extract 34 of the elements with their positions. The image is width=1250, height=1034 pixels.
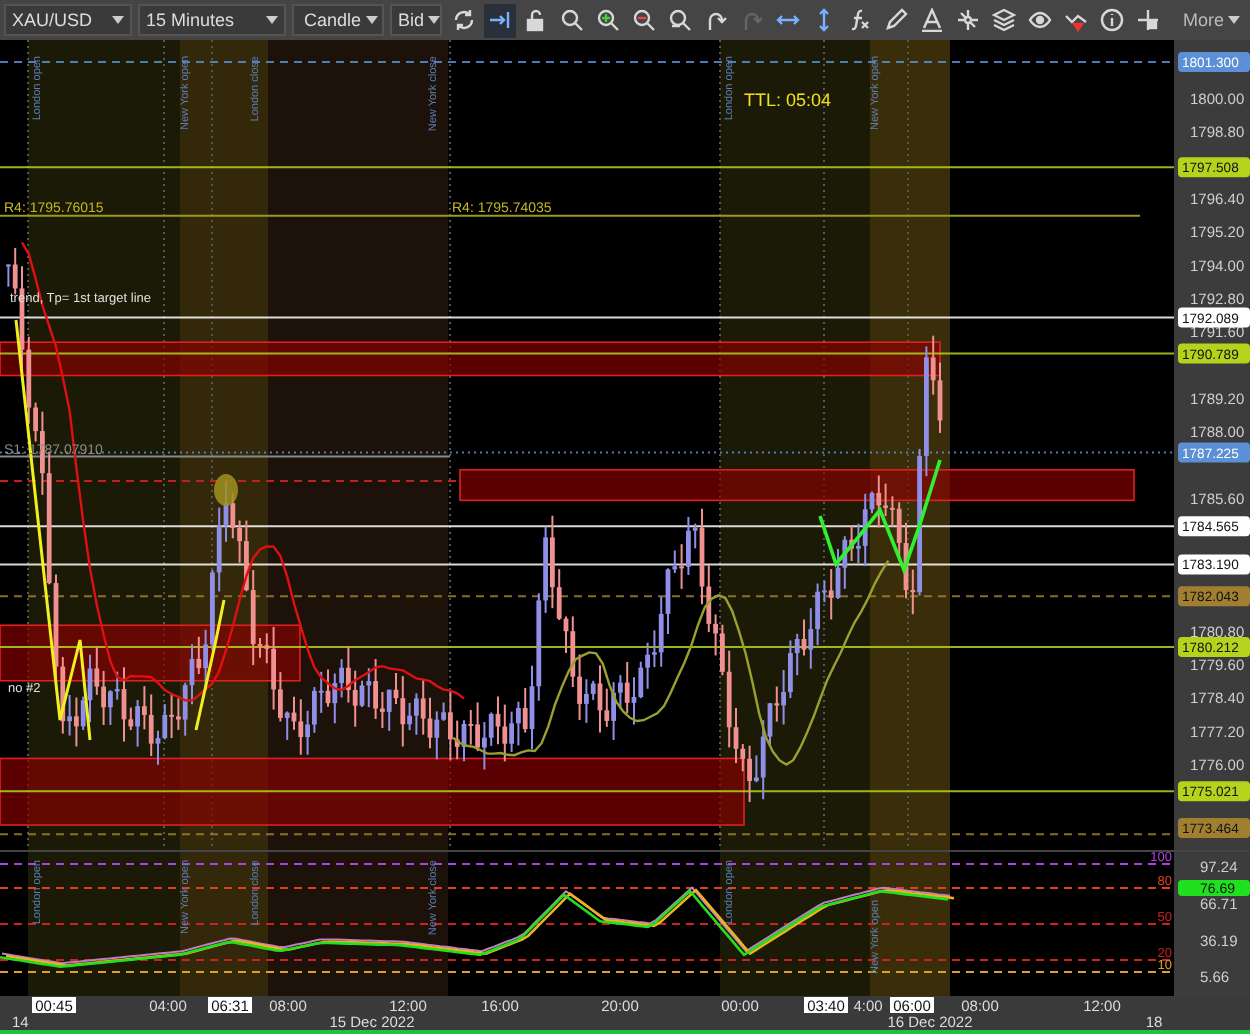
- zoom-fit-icon: [560, 8, 584, 32]
- lock-icon: [524, 8, 548, 32]
- layers-icon: [992, 8, 1016, 32]
- undo-icon: [704, 8, 728, 32]
- price-type-dropdown[interactable]: Bid: [390, 4, 442, 36]
- network-icon: [956, 8, 980, 32]
- info-icon: [1100, 8, 1124, 32]
- crosshair-icon: [1136, 8, 1160, 32]
- chart-annotation: TTL: 05:04: [744, 90, 832, 110]
- symbol-dropdown[interactable]: XAU/USD: [4, 4, 132, 36]
- zoom-area-icon: [668, 8, 692, 32]
- text-icon: [920, 8, 944, 32]
- caret-icon: [112, 16, 124, 24]
- function-icon: [848, 8, 872, 32]
- refresh-icon: [452, 8, 476, 32]
- caret-icon: [266, 16, 278, 24]
- text-tool-button[interactable]: [916, 3, 948, 37]
- pencil-icon: [884, 8, 908, 32]
- caret-icon: [1228, 16, 1240, 24]
- layers-tool-button[interactable]: [988, 3, 1020, 37]
- scroll-end-icon: [488, 8, 512, 32]
- zoom-in-icon: [596, 8, 620, 32]
- redo-icon: [740, 8, 764, 32]
- more-button[interactable]: More: [1176, 4, 1246, 36]
- caret-icon: [365, 16, 378, 24]
- info-tool-button[interactable]: [1096, 3, 1128, 37]
- highlight-ellipse: [214, 474, 238, 506]
- eye-icon: [1028, 8, 1052, 32]
- chart-type-dropdown[interactable]: Candle: [292, 4, 384, 36]
- signal-line: [818, 459, 942, 576]
- caret-icon: [428, 16, 441, 24]
- zoom-out-icon: [632, 8, 656, 32]
- timeframe-dropdown[interactable]: 15 Minutes: [138, 4, 286, 36]
- scroll-end-tool-button[interactable]: [484, 3, 516, 37]
